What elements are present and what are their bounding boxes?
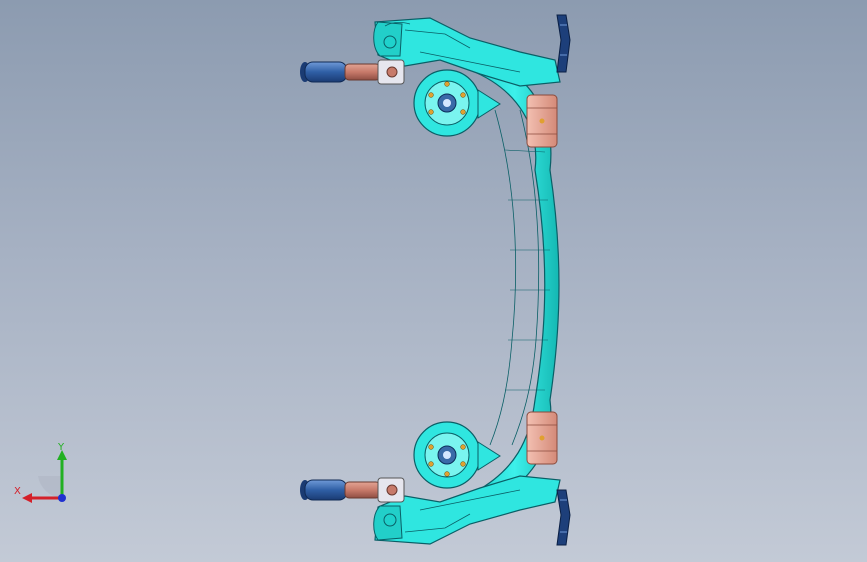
wheel-hub-top[interactable] [413,69,501,137]
bushing-bottom[interactable] [526,411,558,465]
shock-absorber-bottom[interactable] [300,477,405,503]
wheel-hub-bottom[interactable] [413,421,501,489]
shock-absorber-top[interactable] [300,59,405,85]
bushing-top[interactable] [526,94,558,148]
z-axis-dot [58,494,66,502]
graphics-viewport[interactable]: Y X [0,0,867,562]
mount-bracket-top[interactable] [556,14,571,73]
coordinate-triad: Y X [14,442,67,503]
mount-bracket-bottom[interactable] [556,489,571,546]
x-axis-arrowhead [22,493,32,503]
rear-axle-assembly-model[interactable] [0,0,867,562]
x-axis-label: X [14,486,21,497]
triad-plane-shade [38,476,62,498]
y-axis-label: Y [57,442,65,453]
